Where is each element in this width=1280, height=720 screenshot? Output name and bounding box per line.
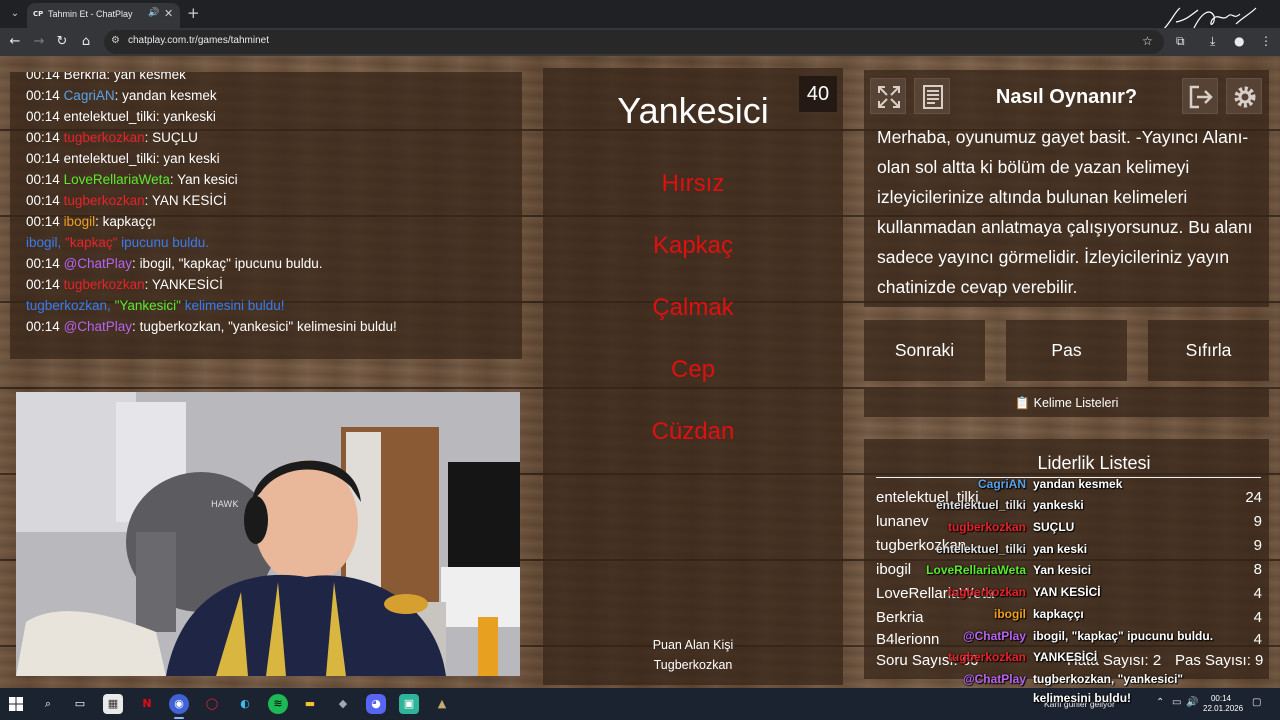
taboo-word: Çalmak [652, 294, 734, 321]
tray-overflow-icon[interactable]: ⌃ [1156, 697, 1164, 708]
next-button[interactable]: Sonraki [864, 320, 985, 381]
opera-icon[interactable]: ◯ [202, 694, 222, 714]
clipboard-icon: 📋 [1014, 396, 1031, 410]
taboo-word: Cüzdan [651, 418, 735, 445]
bookmark-star-icon[interactable]: ☆ [1142, 34, 1153, 48]
chat-line: 00:14 @ChatPlay: tugberkozkan, "yankesic… [26, 319, 397, 334]
leaderboard-title: Liderlik Listesi [1037, 453, 1151, 473]
chat-line: 00:14 tugberkozkan: YANKESİCİ [26, 277, 223, 292]
new-tab-button[interactable]: + [187, 4, 200, 22]
app2-icon[interactable]: ▣ [399, 694, 419, 714]
overlay-chat-line: kelimesini buldu! [1033, 691, 1132, 705]
chat-line: 00:14 Berkria: yan kesmek [26, 72, 186, 82]
chat-log: 00:14 Berkria: yan kesmek 00:14 CagriAN:… [10, 72, 522, 359]
store-icon[interactable]: ▦ [103, 694, 123, 714]
scorer-label: Puan Alan Kişi [652, 638, 734, 652]
chat-line: 00:14 tugberkozkan: SUÇLU [26, 130, 198, 145]
audio-icon[interactable]: 🔊 [148, 8, 159, 18]
pass-button[interactable]: Pas [1006, 320, 1127, 381]
taboo-word: Hırsız [661, 170, 725, 197]
spotify-icon[interactable]: ≋ [268, 694, 288, 714]
rules-document-icon[interactable] [914, 78, 950, 114]
how-to-play-text: Merhaba, oyunumuz gayet basit. -Yayıncı … [877, 127, 1253, 297]
exit-icon[interactable] [1182, 78, 1218, 114]
how-to-play-title: Nasıl Oynanır? [995, 86, 1138, 108]
chatplay-favicon: CP [33, 10, 44, 18]
game-page: 00:14 Berkria: yan kesmek 00:14 CagriAN:… [0, 56, 1280, 688]
extensions-icon[interactable]: ⧉ [1176, 34, 1185, 49]
close-tab-icon[interactable]: ✕ [164, 7, 173, 20]
discord-icon[interactable]: ◕ [366, 694, 386, 714]
file-explorer-icon[interactable]: ▬ [300, 694, 320, 714]
chat-line: 00:14 entelektuel_tilki: yankeski [26, 109, 216, 124]
app-icon[interactable]: ◆ [333, 694, 353, 714]
leaderboard-panel: Liderlik Listesi entelektuel_tilki 24 lun… [864, 439, 1269, 679]
search-icon[interactable]: ⌕ [38, 694, 58, 714]
downloads-icon[interactable]: ⤓ [1210, 34, 1215, 49]
menu-icon[interactable]: ⋮ [1260, 34, 1272, 48]
webcam-frame: HAWK [16, 392, 520, 676]
site-info-icon[interactable]: ⚙ [111, 35, 120, 46]
chat-line: 00:14 entelektuel_tilki: yan keski [26, 151, 220, 166]
chat-line: 00:14 tugberkozkan: YAN KESİCİ [26, 193, 227, 208]
clock-time: 00:14 [1210, 694, 1232, 703]
tab-title: Tahmin Et - ChatPlay [48, 9, 133, 19]
home-icon[interactable]: ⌂ [78, 34, 94, 49]
edge-icon[interactable]: ◐ [235, 694, 255, 714]
system-message: tugberkozkan, "Yankesici" kelimesini bul… [26, 298, 285, 313]
league-icon[interactable]: ▲ [432, 694, 452, 714]
reset-button[interactable]: Sıfırla [1148, 320, 1269, 381]
tab-strip: ⌄ CP Tahmin Et - ChatPlay 🔊 ✕ + [0, 0, 1280, 37]
settings-gear-icon[interactable] [1226, 78, 1262, 114]
system-message: ibogil, "kapkaç" ipucunu buldu. [26, 235, 209, 250]
svg-text:HAWK: HAWK [211, 500, 239, 510]
back-icon[interactable]: ← [7, 34, 23, 49]
target-word: Yankesici [617, 90, 769, 131]
tab-tahmin-et[interactable]: CP Tahmin Et - ChatPlay 🔊 ✕ [27, 3, 180, 28]
volume-icon[interactable]: 🔊 [1186, 697, 1198, 708]
word-card: 40 Yankesici Hırsız Kapkaç Çalmak Cep Cü… [543, 68, 843, 685]
how-to-play-panel: Nasıl Oynanır? Merhaba, oyunumuz gayet b… [864, 70, 1269, 307]
notifications-icon[interactable]: ▢ [1252, 697, 1261, 708]
scorer-name: Tugberkozkan [653, 658, 733, 672]
reload-icon[interactable]: ↻ [54, 34, 70, 49]
address-bar[interactable]: ⚙ chatplay.com.tr/games/tahminet [104, 30, 1164, 54]
network-icon[interactable]: ▭ [1172, 697, 1181, 708]
clock-date: 22.01.2026 [1203, 704, 1244, 713]
start-icon[interactable] [6, 694, 26, 714]
url-text[interactable]: chatplay.com.tr/games/tahminet [128, 35, 269, 46]
pass-count: Pas Sayısı: 9 [1175, 652, 1264, 669]
chat-line: 00:14 LoveRellariaWeta: Yan kesici [26, 172, 238, 187]
profile-avatar[interactable]: ● [1234, 34, 1244, 48]
netflix-icon[interactable]: N [137, 694, 157, 714]
chat-line: 00:14 CagriAN: yandan kesmek [26, 88, 217, 103]
chrome-icon[interactable]: ◉ [169, 694, 189, 714]
browser-toolbar: ← → ↻ ⌂ ⚙ chatplay.com.tr/games/tahminet… [0, 28, 1280, 56]
tab-search-button[interactable]: ⌄ [6, 5, 24, 23]
task-view-icon[interactable]: ▭ [70, 694, 90, 714]
system-clock[interactable]: 00:14 22.01.2026 [1203, 694, 1244, 714]
chat-line: 00:14 ibogil: kapkaççı [26, 214, 156, 229]
taboo-word: Kapkaç [652, 232, 734, 259]
fullscreen-icon[interactable] [870, 78, 906, 114]
forward-icon[interactable]: → [31, 34, 47, 49]
word-lists-button[interactable]: 📋 Kelime Listeleri [864, 389, 1269, 417]
active-app-indicator [174, 717, 184, 719]
chat-line: 00:14 @ChatPlay: ibogil, "kapkaç" ipucun… [26, 256, 323, 271]
word-lists-label: Kelime Listeleri [1033, 396, 1119, 410]
taboo-word: Cep [670, 356, 716, 383]
webcam-video: HAWK [16, 392, 520, 676]
